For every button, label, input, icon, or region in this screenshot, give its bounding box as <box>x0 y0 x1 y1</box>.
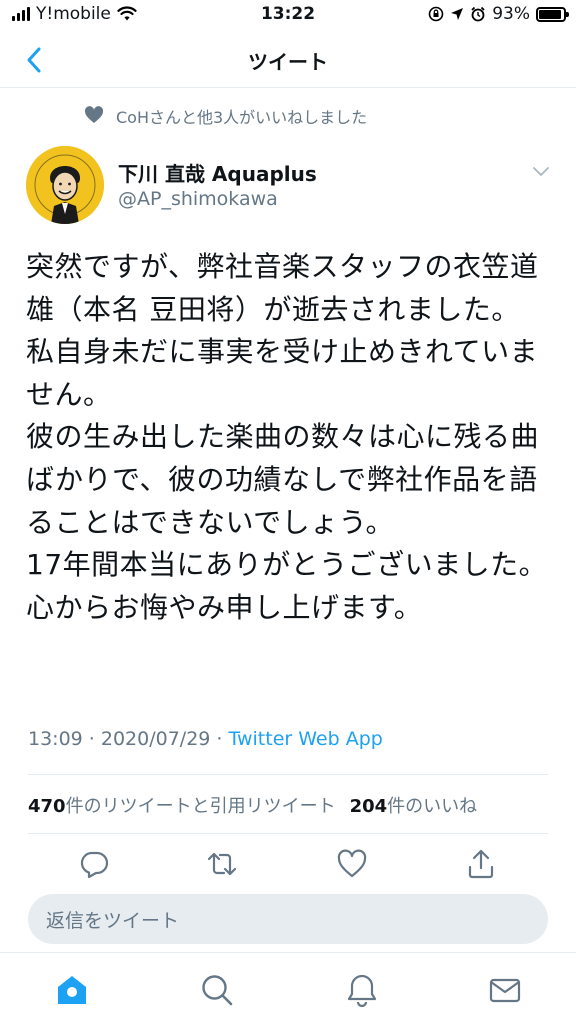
rotation-lock-icon <box>428 6 444 22</box>
tweet-stats: 470件のリツイートと引用リツイート 204件のいいね <box>28 792 477 818</box>
retweets-stat[interactable]: 470件のリツイートと引用リツイート <box>28 792 336 818</box>
social-context[interactable]: CoHさんと他3人がいいねしました <box>84 104 367 128</box>
bell-icon[interactable] <box>345 973 379 1007</box>
tweet-text: 突然ですが、弊社音楽スタッフの衣笠道雄（本名 豆田将）が逝去されました。 私自身… <box>26 250 548 624</box>
tab-bar <box>0 952 576 1024</box>
heart-icon <box>84 106 104 123</box>
user-handle[interactable]: @AP_shimokawa <box>118 188 278 210</box>
likes-stat[interactable]: 204件のいいね <box>350 792 478 818</box>
tweet-timestamp: 13:09 · 2020/07/29 · Twitter Web App <box>28 728 383 750</box>
status-bar: Y!mobile 13:22 93% <box>0 0 576 32</box>
reply-placeholder: 返信をツイート <box>46 909 180 932</box>
retweets-count: 470 <box>28 796 66 817</box>
retweet-icon[interactable] <box>206 848 238 880</box>
search-icon[interactable] <box>200 973 234 1007</box>
likes-count: 204 <box>349 796 388 817</box>
mail-icon[interactable] <box>488 973 522 1007</box>
nav-bar: ツイート <box>0 32 576 88</box>
tweet-time: 13:09 · 2020/07/29 · <box>28 728 229 750</box>
tweet-source-link[interactable]: Twitter Web App <box>229 728 383 750</box>
share-icon[interactable] <box>465 848 497 880</box>
chevron-down-icon[interactable] <box>530 160 552 182</box>
divider <box>28 833 548 834</box>
avatar-image <box>26 146 104 224</box>
divider <box>28 774 548 775</box>
likes-label: 件のいいね <box>387 796 478 817</box>
social-context-text: CoHさんと他3人がいいねしました <box>116 108 368 127</box>
battery-icon <box>536 6 569 22</box>
home-icon[interactable] <box>55 973 89 1007</box>
location-icon <box>451 8 464 20</box>
reply-input[interactable]: 返信をツイート <box>28 894 548 944</box>
alarm-icon <box>471 6 485 22</box>
avatar[interactable] <box>26 146 104 224</box>
reply-icon[interactable] <box>78 848 110 880</box>
tweet-author: 下川 直哉 Aquaplus @AP_shimokawa <box>26 146 556 226</box>
tweet-actions <box>0 848 576 888</box>
battery-percent: 93% <box>492 4 530 24</box>
page-title: ツイート <box>248 50 328 74</box>
heart-icon[interactable] <box>336 848 368 880</box>
display-name[interactable]: 下川 直哉 Aquaplus <box>118 158 317 187</box>
retweets-label: 件のリツイートと引用リツイート <box>65 796 336 817</box>
status-right: 93% <box>428 4 569 24</box>
